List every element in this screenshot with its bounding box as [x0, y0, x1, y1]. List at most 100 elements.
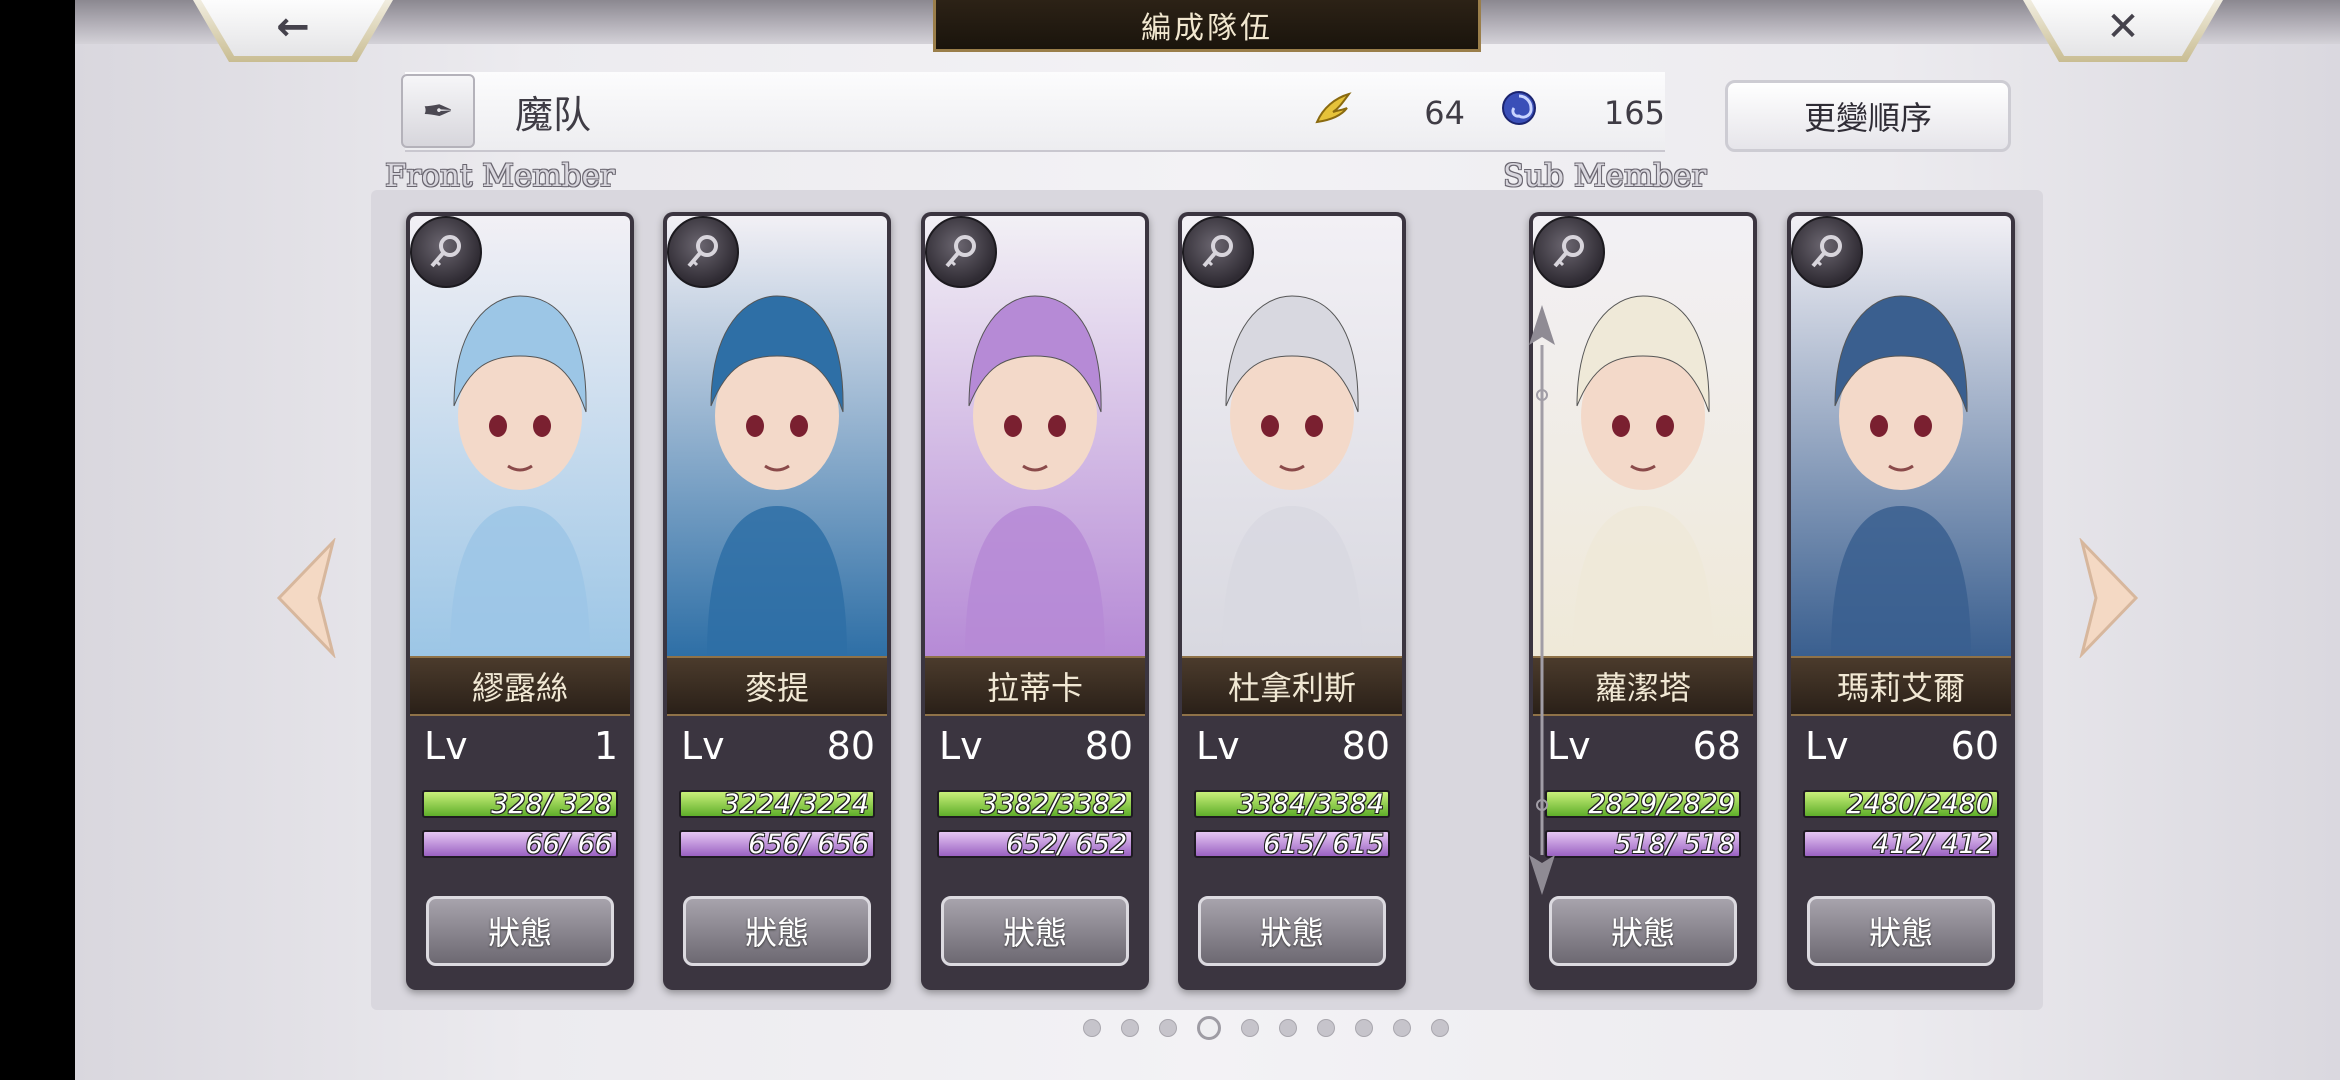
prev-page-arrow[interactable]: [275, 538, 337, 658]
lock-key-icon: [667, 216, 739, 288]
left-arrow-icon: ←: [276, 4, 310, 50]
character-portrait[interactable]: [1182, 216, 1402, 656]
member-card[interactable]: 麥提 Lv 80 3224/3224 656/ 656 狀態: [663, 212, 891, 990]
level-value: 80: [1084, 724, 1133, 768]
back-button[interactable]: ←: [193, 0, 393, 62]
character-portrait[interactable]: [1791, 216, 2011, 656]
level-label: Lv: [1805, 724, 1849, 768]
page-title: 編成隊伍: [933, 0, 1481, 52]
page-dot[interactable]: [1279, 1019, 1297, 1037]
page-indicator: [1083, 1016, 1449, 1040]
mp-value: 656/ 656: [748, 830, 869, 858]
member-card[interactable]: 拉蒂卡 Lv 80 3382/3382 652/ 652 狀態: [921, 212, 1149, 990]
mp-bar: 412/ 412: [1803, 830, 1999, 858]
hp-bar: 2829/2829: [1545, 790, 1741, 818]
character-name: 拉蒂卡: [925, 656, 1145, 716]
page-dot[interactable]: [1121, 1019, 1139, 1037]
lock-key-icon: [1533, 216, 1605, 288]
character-name: 杜拿利斯: [1182, 656, 1402, 716]
status-button[interactable]: 狀態: [426, 896, 614, 966]
wing-count: 64: [1424, 94, 1465, 132]
level-label: Lv: [681, 724, 725, 768]
member-card[interactable]: 瑪莉艾爾 Lv 60 2480/2480 412/ 412 狀態: [1787, 212, 2015, 990]
page-dot[interactable]: [1197, 1016, 1221, 1040]
hp-bar: 3384/3384: [1194, 790, 1390, 818]
team-name: 魔队: [515, 93, 592, 137]
level-row: Lv 80: [939, 724, 1133, 770]
mp-bar: 652/ 652: [937, 830, 1133, 858]
page-dot[interactable]: [1083, 1019, 1101, 1037]
formation-screen: ← 編成隊伍 ✕ ✒ 魔队 64 165 更變順序 Front Member S…: [75, 0, 2340, 1080]
hp-value: 328/ 328: [491, 790, 612, 818]
hp-value: 2480/2480: [1846, 790, 1993, 818]
level-row: Lv 80: [681, 724, 875, 770]
level-value: 68: [1692, 724, 1741, 768]
character-portrait[interactable]: [667, 216, 887, 656]
next-page-arrow[interactable]: [2078, 538, 2140, 658]
blue-swirl-icon: [1499, 88, 1539, 128]
character-name: 瑪莉艾爾: [1791, 656, 2011, 716]
level-label: Lv: [1196, 724, 1240, 768]
sub-member-label: Sub Member: [1503, 158, 1707, 194]
hp-value: 3224/3224: [722, 790, 869, 818]
level-value: 80: [1341, 724, 1390, 768]
mp-bar: 656/ 656: [679, 830, 875, 858]
mp-bar: 615/ 615: [1194, 830, 1390, 858]
mp-value: 615/ 615: [1263, 830, 1384, 858]
character-portrait[interactable]: [410, 216, 630, 656]
hp-bar: 2480/2480: [1803, 790, 1999, 818]
level-row: Lv 1: [424, 724, 618, 770]
member-card[interactable]: 繆露絲 Lv 1 328/ 328 66/ 66 狀態: [406, 212, 634, 990]
lock-key-icon: [1182, 216, 1254, 288]
page-dot[interactable]: [1241, 1019, 1259, 1037]
level-value: 80: [826, 724, 875, 768]
level-label: Lv: [424, 724, 468, 768]
character-portrait[interactable]: [1533, 216, 1753, 656]
character-portrait[interactable]: [925, 216, 1145, 656]
hp-value: 2829/2829: [1588, 790, 1735, 818]
gem-count: 165: [1603, 94, 1665, 132]
lock-key-icon: [1791, 216, 1863, 288]
close-x-icon: ✕: [2106, 4, 2140, 50]
mp-value: 412/ 412: [1872, 830, 1993, 858]
change-order-button[interactable]: 更變順序: [1725, 80, 2011, 152]
front-member-label: Front Member: [385, 158, 615, 194]
hp-value: 3384/3384: [1237, 790, 1384, 818]
mp-value: 66/ 66: [525, 830, 612, 858]
level-row: Lv 60: [1805, 724, 1999, 770]
team-name-bar: [405, 72, 1665, 152]
level-row: Lv 80: [1196, 724, 1390, 770]
member-card[interactable]: 蘿潔塔 Lv 68 2829/2829 518/ 518 狀態: [1529, 212, 1757, 990]
page-dot[interactable]: [1393, 1019, 1411, 1037]
level-row: Lv 68: [1547, 724, 1741, 770]
character-name: 蘿潔塔: [1533, 656, 1753, 716]
scroll-indicator: [1529, 305, 1555, 895]
status-button[interactable]: 狀態: [1549, 896, 1737, 966]
edit-team-name-button[interactable]: ✒: [401, 74, 475, 148]
page-dot[interactable]: [1355, 1019, 1373, 1037]
lock-key-icon: [410, 216, 482, 288]
character-name: 麥提: [667, 656, 887, 716]
level-value: 60: [1950, 724, 1999, 768]
page-dot[interactable]: [1431, 1019, 1449, 1037]
level-value: 1: [593, 724, 618, 768]
level-label: Lv: [939, 724, 983, 768]
status-button[interactable]: 狀態: [1198, 896, 1386, 966]
status-button[interactable]: 狀態: [941, 896, 1129, 966]
golden-wing-icon: [1313, 88, 1353, 128]
status-button[interactable]: 狀態: [683, 896, 871, 966]
member-card[interactable]: 杜拿利斯 Lv 80 3384/3384 615/ 615 狀態: [1178, 212, 1406, 990]
hp-value: 3382/3382: [980, 790, 1127, 818]
close-button[interactable]: ✕: [2023, 0, 2223, 62]
page-dot[interactable]: [1159, 1019, 1177, 1037]
mp-value: 518/ 518: [1614, 830, 1735, 858]
feather-pen-icon: ✒: [422, 89, 454, 133]
hp-bar: 328/ 328: [422, 790, 618, 818]
mp-bar: 66/ 66: [422, 830, 618, 858]
hp-bar: 3382/3382: [937, 790, 1133, 818]
mp-value: 652/ 652: [1006, 830, 1127, 858]
page-dot[interactable]: [1317, 1019, 1335, 1037]
status-button[interactable]: 狀態: [1807, 896, 1995, 966]
lock-key-icon: [925, 216, 997, 288]
mp-bar: 518/ 518: [1545, 830, 1741, 858]
